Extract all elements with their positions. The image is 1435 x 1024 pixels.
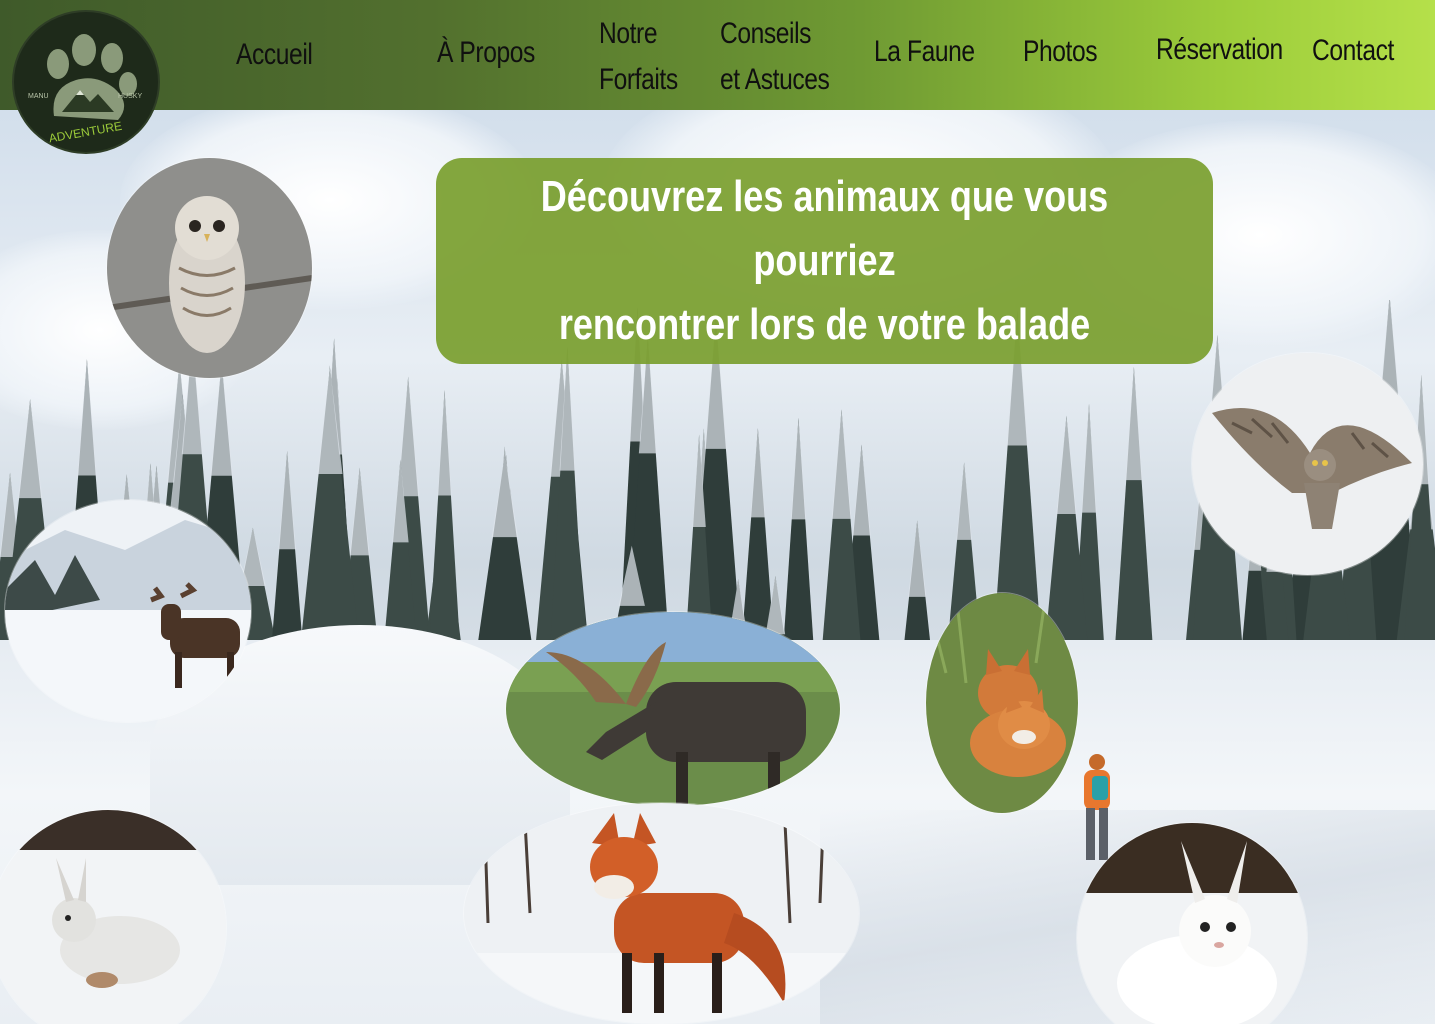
paw-mountain-logo-icon: MANU HUSKY ADVENTURE — [28, 34, 142, 146]
logo-text-right: HUSKY — [118, 93, 142, 100]
photo-fox-kits[interactable] — [926, 593, 1078, 813]
photo-barred-owl[interactable] — [107, 158, 312, 378]
tree-snow — [908, 520, 927, 597]
photo-great-grey-owl[interactable] — [1192, 353, 1423, 575]
nav-notre-forfaits-line2: Forfaits — [599, 63, 678, 96]
nav-la-faune[interactable]: La Faune — [874, 29, 975, 75]
fox-kits-icon — [926, 593, 1078, 813]
nav-conseils-line1: Conseils — [720, 17, 812, 50]
moose-grazing-icon — [506, 612, 840, 806]
tree-snow — [437, 389, 452, 496]
logo-text-left: MANU — [28, 93, 49, 100]
nav-notre-forfaits[interactable]: Notre Forfaits — [599, 11, 678, 103]
hero-title-line2: rencontrer lors de votre balade — [558, 300, 1091, 349]
tree-snow — [1125, 366, 1143, 481]
site-logo[interactable]: MANU HUSKY ADVENTURE — [12, 10, 160, 154]
moose-in-snow-icon — [5, 500, 251, 722]
tree-snow — [210, 362, 233, 476]
hero-title-line1: Découvrez les animaux que vous pourriez — [540, 172, 1109, 285]
hero-title: Découvrez les animaux que vous pourriez … — [506, 165, 1143, 357]
great-grey-owl-flying-icon — [1192, 353, 1423, 575]
tree-snow — [1081, 403, 1097, 513]
nav-contact[interactable]: Contact — [1312, 28, 1394, 74]
photo-red-fox[interactable] — [464, 803, 859, 1024]
nav-conseils-line2: et Astuces — [720, 63, 830, 96]
site-header: Accueil À Propos Notre Forfaits Conseils… — [0, 0, 1435, 110]
nav-conseils-astuces[interactable]: Conseils et Astuces — [720, 11, 830, 103]
nav-reservation[interactable]: Réservation — [1156, 27, 1283, 73]
photo-moose-snow[interactable] — [5, 500, 251, 722]
tree-snow — [852, 444, 871, 536]
nav-accueil[interactable]: Accueil — [236, 32, 313, 78]
nav-notre-forfaits-line1: Notre — [599, 17, 658, 50]
tree-snow — [1056, 415, 1077, 515]
red-fox-icon — [464, 803, 859, 1024]
barred-owl-icon — [107, 158, 312, 378]
tree-snow — [831, 409, 852, 519]
nav-a-propos[interactable]: À Propos — [437, 30, 535, 76]
photo-moose-grazing[interactable] — [506, 612, 840, 806]
hero-banner: Découvrez les animaux que vous pourriez … — [436, 158, 1213, 364]
tree-snow — [750, 428, 766, 518]
tree-snow — [77, 359, 97, 476]
tree-snow — [956, 462, 972, 540]
tree-snow — [349, 467, 370, 556]
tree-snow — [278, 450, 296, 550]
logo-text-bottom: ADVENTURE — [48, 119, 123, 146]
tree-snow — [491, 454, 519, 538]
tree-snow — [17, 399, 43, 499]
tree-snow — [790, 417, 806, 520]
nav-photos[interactable]: Photos — [1023, 29, 1098, 75]
